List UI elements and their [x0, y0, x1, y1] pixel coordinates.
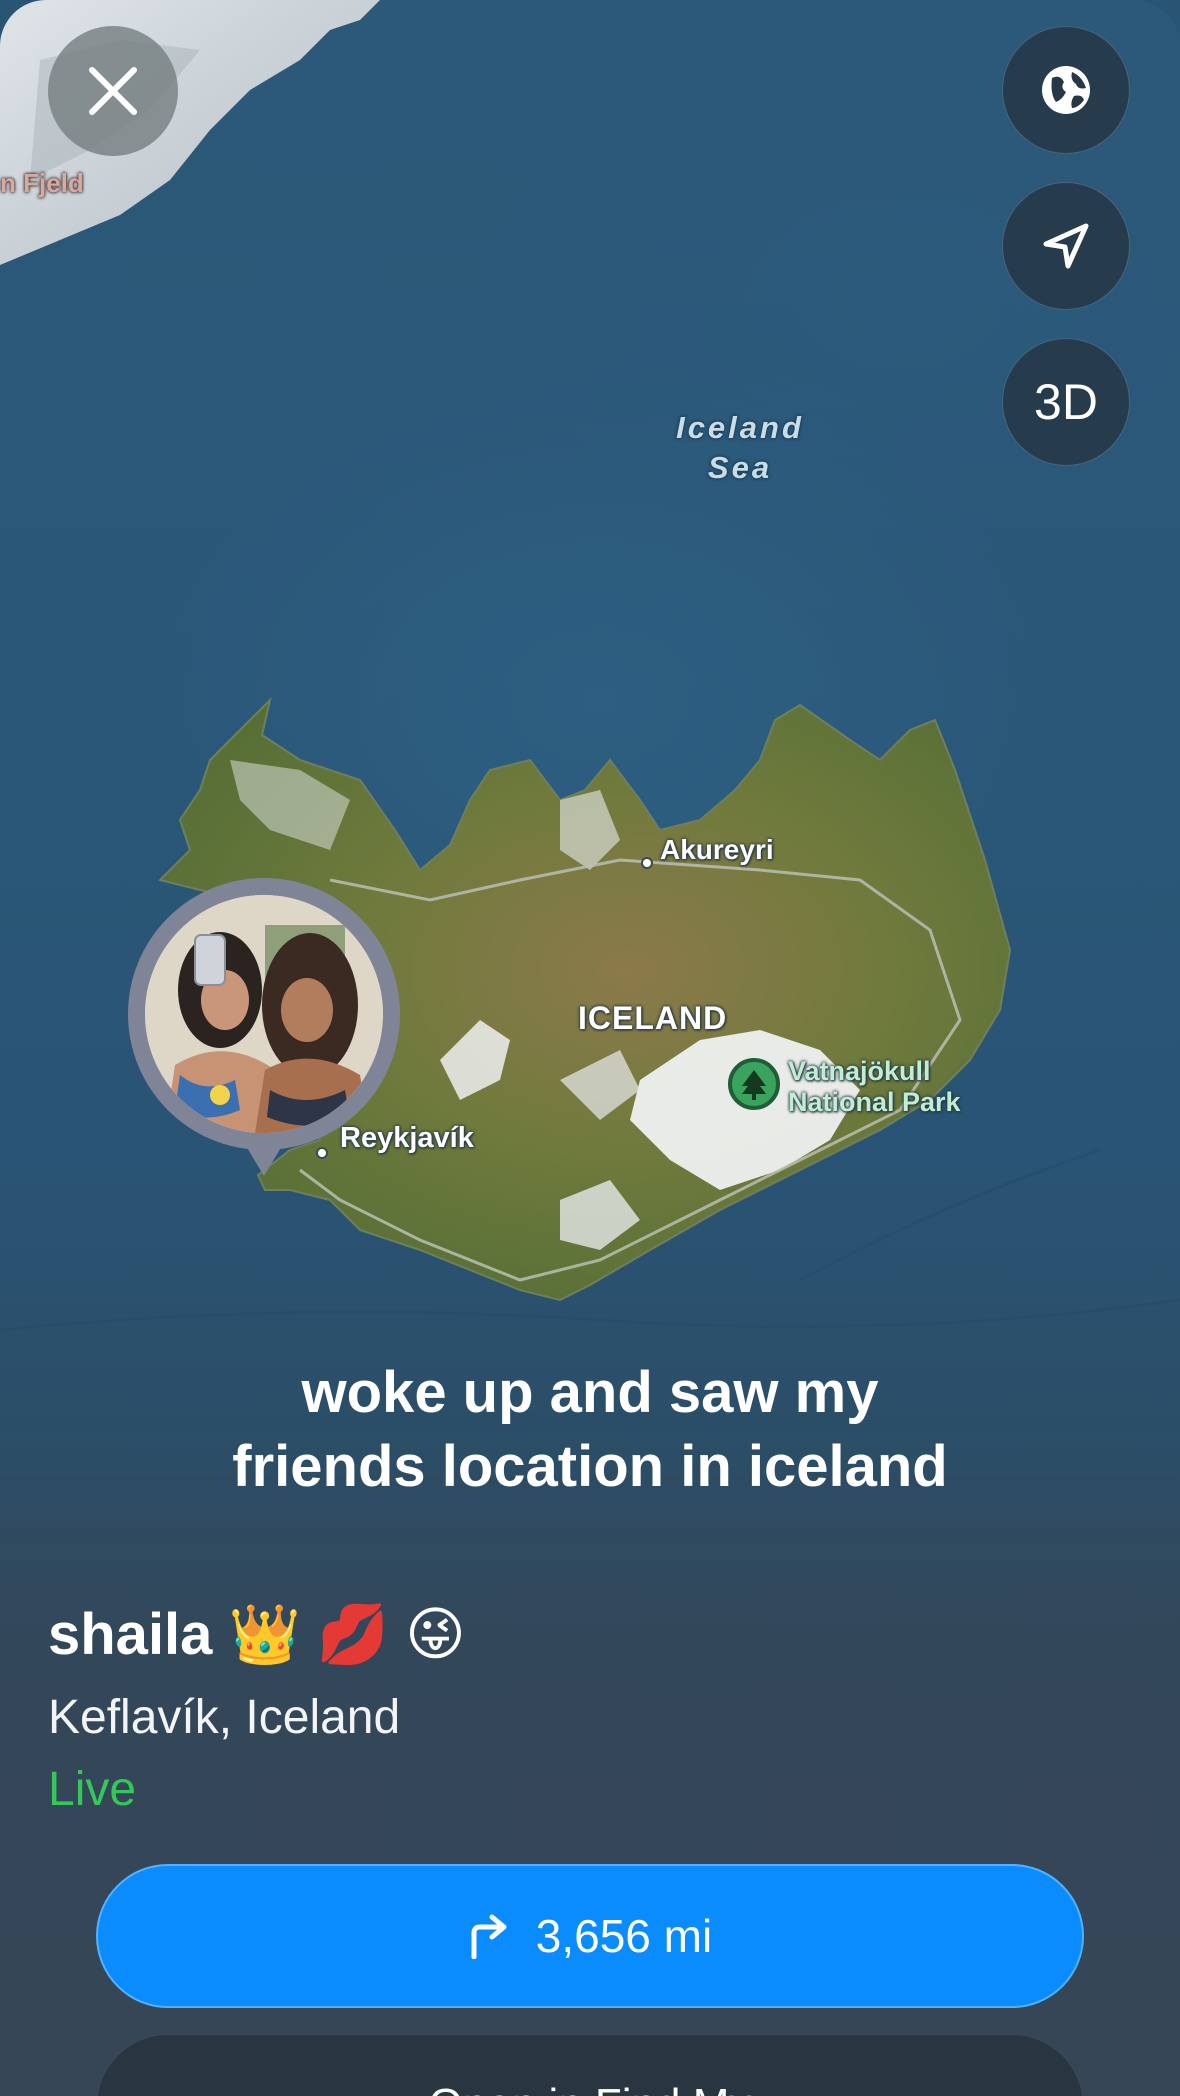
directions-distance: 3,656 mi: [535, 1910, 713, 1962]
map-label-iceland-sea: Iceland Sea: [660, 408, 820, 488]
globe-button[interactable]: [1002, 26, 1130, 154]
person-name: shaila 👑 💋 😜: [48, 1602, 466, 1667]
directions-button[interactable]: 3,656 mi: [96, 1864, 1084, 2008]
open-in-find-my-button[interactable]: Open in Find My: [96, 2034, 1084, 2096]
park-label-line1: Vatnajökull: [788, 1056, 931, 1086]
three-d-toggle-button[interactable]: 3D: [1002, 338, 1130, 466]
city-dot-akureyri: [641, 857, 653, 869]
map-view[interactable]: [0, 0, 1180, 1400]
close-button[interactable]: [48, 26, 178, 156]
live-status: Live: [48, 1763, 137, 1816]
map-label-fjeld: n Fjeld: [0, 168, 84, 198]
avatar-illustration: [145, 895, 383, 1133]
three-d-label: 3D: [1034, 374, 1098, 430]
map-label-akureyri: Akureyri: [660, 834, 774, 865]
park-label-line2: National Park: [788, 1087, 961, 1117]
caption-line-2: friends location in iceland: [232, 1434, 948, 1499]
map-label-park[interactable]: Vatnajökull National Park: [788, 1056, 961, 1118]
caption-line-1: woke up and saw my: [301, 1360, 879, 1425]
video-caption: woke up and saw my friends location in i…: [0, 1356, 1180, 1504]
sea-label-text: Iceland Sea: [676, 410, 804, 485]
map-screen: n Fjeld Iceland Sea Akureyri ICELAND Vat…: [0, 0, 1180, 2096]
park-icon[interactable]: [728, 1058, 780, 1110]
friend-location-pin[interactable]: [128, 878, 400, 1188]
turn-right-arrow-icon: [471, 1914, 507, 1959]
close-icon: [89, 67, 137, 115]
tree-icon: [742, 1070, 766, 1100]
map-label-country: ICELAND: [578, 1000, 728, 1036]
location-arrow-icon: [1043, 223, 1089, 269]
person-location: Keflavík, Iceland: [48, 1691, 401, 1744]
friend-avatar-photo: [145, 895, 383, 1133]
current-location-button[interactable]: [1002, 182, 1130, 310]
globe-icon: [1042, 66, 1090, 114]
